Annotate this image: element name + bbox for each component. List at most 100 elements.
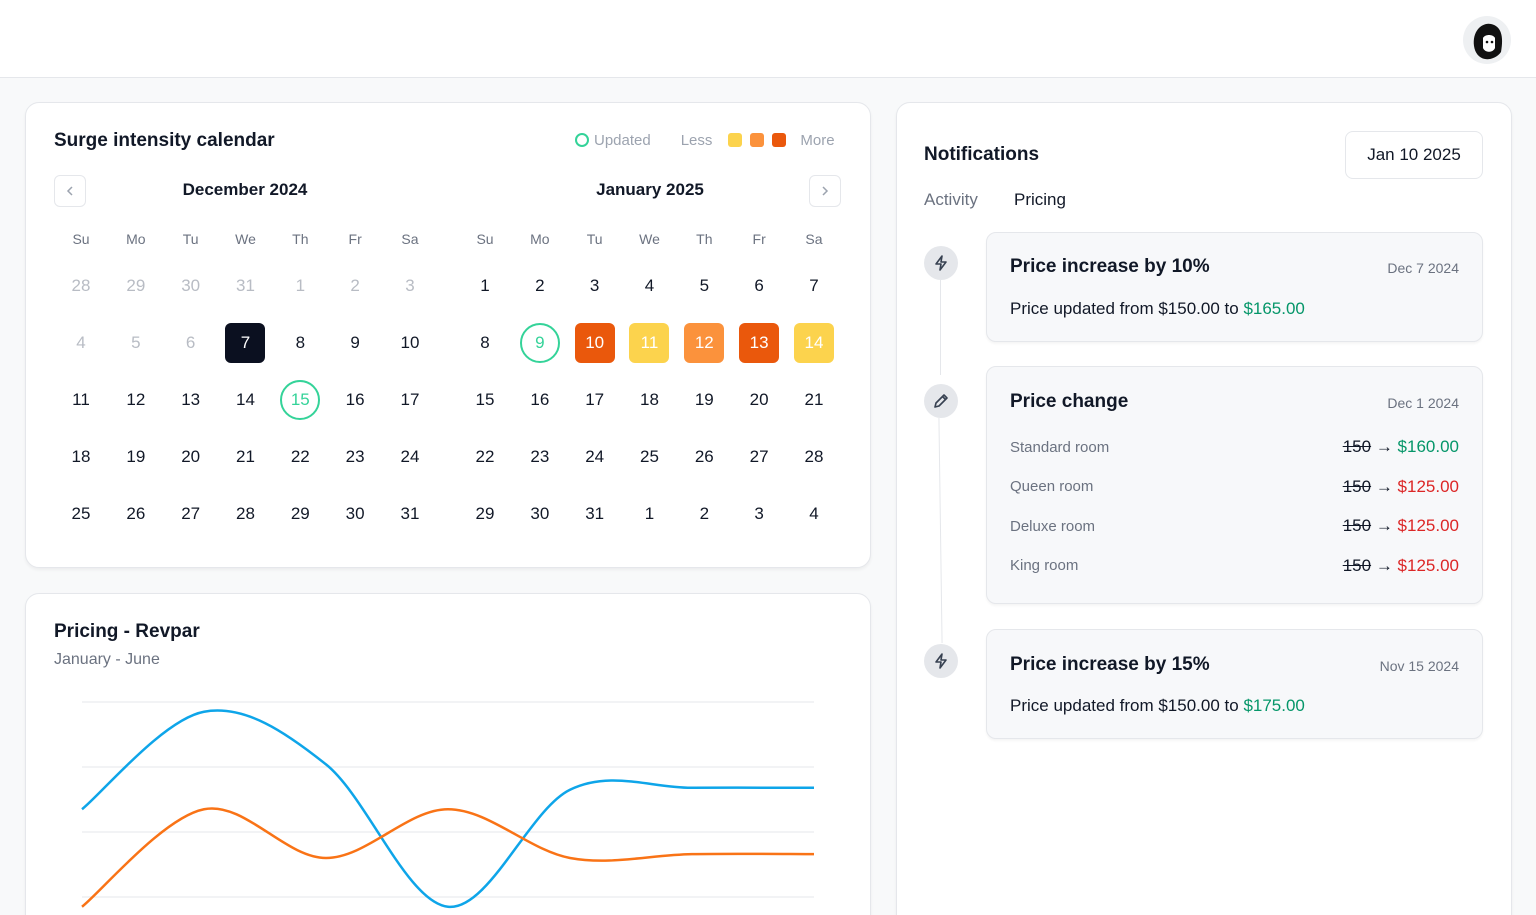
calendar-day[interactable]: 15: [465, 380, 505, 420]
calendar-day[interactable]: 16: [335, 380, 375, 420]
calendar-day[interactable]: 29: [280, 494, 320, 534]
calendar-day[interactable]: 22: [280, 437, 320, 477]
calendar-day[interactable]: 14: [793, 323, 834, 363]
notification-item[interactable]: Price increase by 15% Nov 15 2024 Price …: [986, 629, 1483, 739]
new-price: $160.00: [1397, 437, 1459, 456]
calendar-day[interactable]: 2: [335, 266, 375, 306]
notification-date: Nov 15 2024: [1379, 658, 1459, 674]
calendar-day[interactable]: 31: [575, 494, 615, 534]
calendar-day[interactable]: 4: [794, 494, 834, 534]
calendar-day[interactable]: 9: [335, 323, 375, 363]
calendar-day[interactable]: 24: [575, 437, 615, 477]
date-picker-button[interactable]: Jan 10 2025: [1345, 131, 1483, 179]
calendar-day[interactable]: 3: [390, 266, 430, 306]
calendar-day[interactable]: 1: [465, 266, 505, 306]
chart-subtitle: January - June: [54, 651, 160, 668]
new-price: $125.00: [1397, 516, 1459, 535]
revpar-line-chart: [81, 701, 815, 909]
calendar-day[interactable]: 17: [575, 380, 615, 420]
chevron-left-icon: [66, 186, 73, 196]
calendar-day[interactable]: 6: [739, 266, 779, 306]
calendar-day[interactable]: 23: [520, 437, 560, 477]
arrow-right-icon: →: [1375, 555, 1393, 575]
calendar-day[interactable]: 27: [171, 494, 211, 534]
calendar-day[interactable]: 16: [520, 380, 560, 420]
calendar-day[interactable]: 7: [794, 266, 834, 306]
top-bar: [0, 0, 1536, 78]
notification-body: Price updated from $150.00 to $165.00: [1010, 299, 1305, 319]
tab-activity[interactable]: Activity: [924, 190, 978, 210]
calendar-day[interactable]: 31: [390, 494, 430, 534]
arrow-right-icon: →: [1375, 437, 1393, 456]
calendar-day[interactable]: 5: [684, 266, 724, 306]
calendar-day[interactable]: 28: [225, 494, 265, 534]
calendar-day[interactable]: 30: [335, 494, 375, 534]
calendar-day[interactable]: 21: [225, 437, 265, 477]
calendar-day[interactable]: 29: [116, 266, 156, 306]
calendar-day[interactable]: 2: [684, 494, 724, 534]
calendar-day[interactable]: 13: [171, 380, 211, 420]
calendar-day[interactable]: 4: [629, 266, 669, 306]
calendar-day[interactable]: 25: [629, 437, 669, 477]
calendar-day[interactable]: 3: [739, 494, 779, 534]
calendar-day[interactable]: 22: [465, 437, 505, 477]
calendar-day[interactable]: 30: [520, 494, 560, 534]
room-price-row: Deluxe room 150 → $125.00: [1010, 514, 1459, 538]
calendar-day[interactable]: 3: [575, 266, 615, 306]
calendar-day[interactable]: 1: [629, 494, 669, 534]
prev-month-button[interactable]: [54, 175, 86, 207]
series-line-1: [81, 807, 815, 908]
calendar-day[interactable]: 14: [225, 380, 265, 420]
calendar-day[interactable]: 10: [390, 323, 430, 363]
calendar-day[interactable]: 11: [629, 323, 670, 363]
calendar-day[interactable]: 5: [116, 323, 156, 363]
calendar-day[interactable]: 21: [794, 380, 834, 420]
calendar-day[interactable]: 19: [116, 437, 156, 477]
calendar-day[interactable]: 10: [574, 323, 615, 363]
next-month-button[interactable]: [809, 175, 841, 207]
calendar-day[interactable]: 8: [280, 323, 320, 363]
calendar-day[interactable]: 20: [171, 437, 211, 477]
calendar-day[interactable]: 1: [280, 266, 320, 306]
user-avatar-icon[interactable]: [1463, 16, 1511, 64]
calendar-day[interactable]: 26: [684, 437, 724, 477]
calendar-day[interactable]: 19: [684, 380, 724, 420]
notification-item[interactable]: Price increase by 10% Dec 7 2024 Price u…: [986, 232, 1483, 342]
calendar-day[interactable]: 2: [520, 266, 560, 306]
chart-title: Pricing - Revpar: [54, 621, 200, 642]
calendar-day[interactable]: 25: [61, 494, 101, 534]
room-price: 150 → $160.00: [1343, 437, 1459, 457]
calendar-day[interactable]: 4: [61, 323, 101, 363]
calendar-day[interactable]: 28: [61, 266, 101, 306]
calendar-title: Surge intensity calendar: [54, 130, 275, 151]
calendar-day[interactable]: 18: [61, 437, 101, 477]
arrow-right-icon: →: [1375, 476, 1393, 496]
calendar-day[interactable]: 29: [465, 494, 505, 534]
calendar-day[interactable]: 28: [794, 437, 834, 477]
notification-title: Price increase by 10%: [1010, 256, 1210, 277]
calendar-day[interactable]: 30: [171, 266, 211, 306]
calendar-day[interactable]: 12: [116, 380, 156, 420]
weekday-label: Mo: [530, 231, 550, 247]
calendar-day[interactable]: 20: [739, 380, 779, 420]
calendar-day[interactable]: 11: [61, 380, 101, 420]
calendar-day[interactable]: 9: [519, 323, 560, 363]
calendar-day[interactable]: 27: [739, 437, 779, 477]
calendar-day[interactable]: 12: [684, 323, 725, 363]
weekday-label: Th: [696, 231, 713, 247]
calendar-day[interactable]: 23: [335, 437, 375, 477]
weekday-label: Sa: [805, 231, 823, 247]
calendar-day[interactable]: 17: [390, 380, 430, 420]
calendar-legend: Updated Less More: [575, 130, 835, 150]
calendar-day[interactable]: 13: [739, 323, 780, 363]
calendar-day[interactable]: 7: [225, 323, 266, 363]
calendar-day[interactable]: 6: [171, 323, 211, 363]
notification-item[interactable]: Price change Dec 1 2024 Standard room 150…: [986, 366, 1483, 604]
calendar-day[interactable]: 8: [465, 323, 505, 363]
legend-more-label: More: [800, 131, 835, 149]
tab-pricing[interactable]: Pricing: [1014, 190, 1066, 210]
calendar-day[interactable]: 26: [116, 494, 156, 534]
calendar-day[interactable]: 31: [225, 266, 265, 306]
calendar-day[interactable]: 18: [629, 380, 669, 420]
calendar-day[interactable]: 24: [390, 437, 430, 477]
